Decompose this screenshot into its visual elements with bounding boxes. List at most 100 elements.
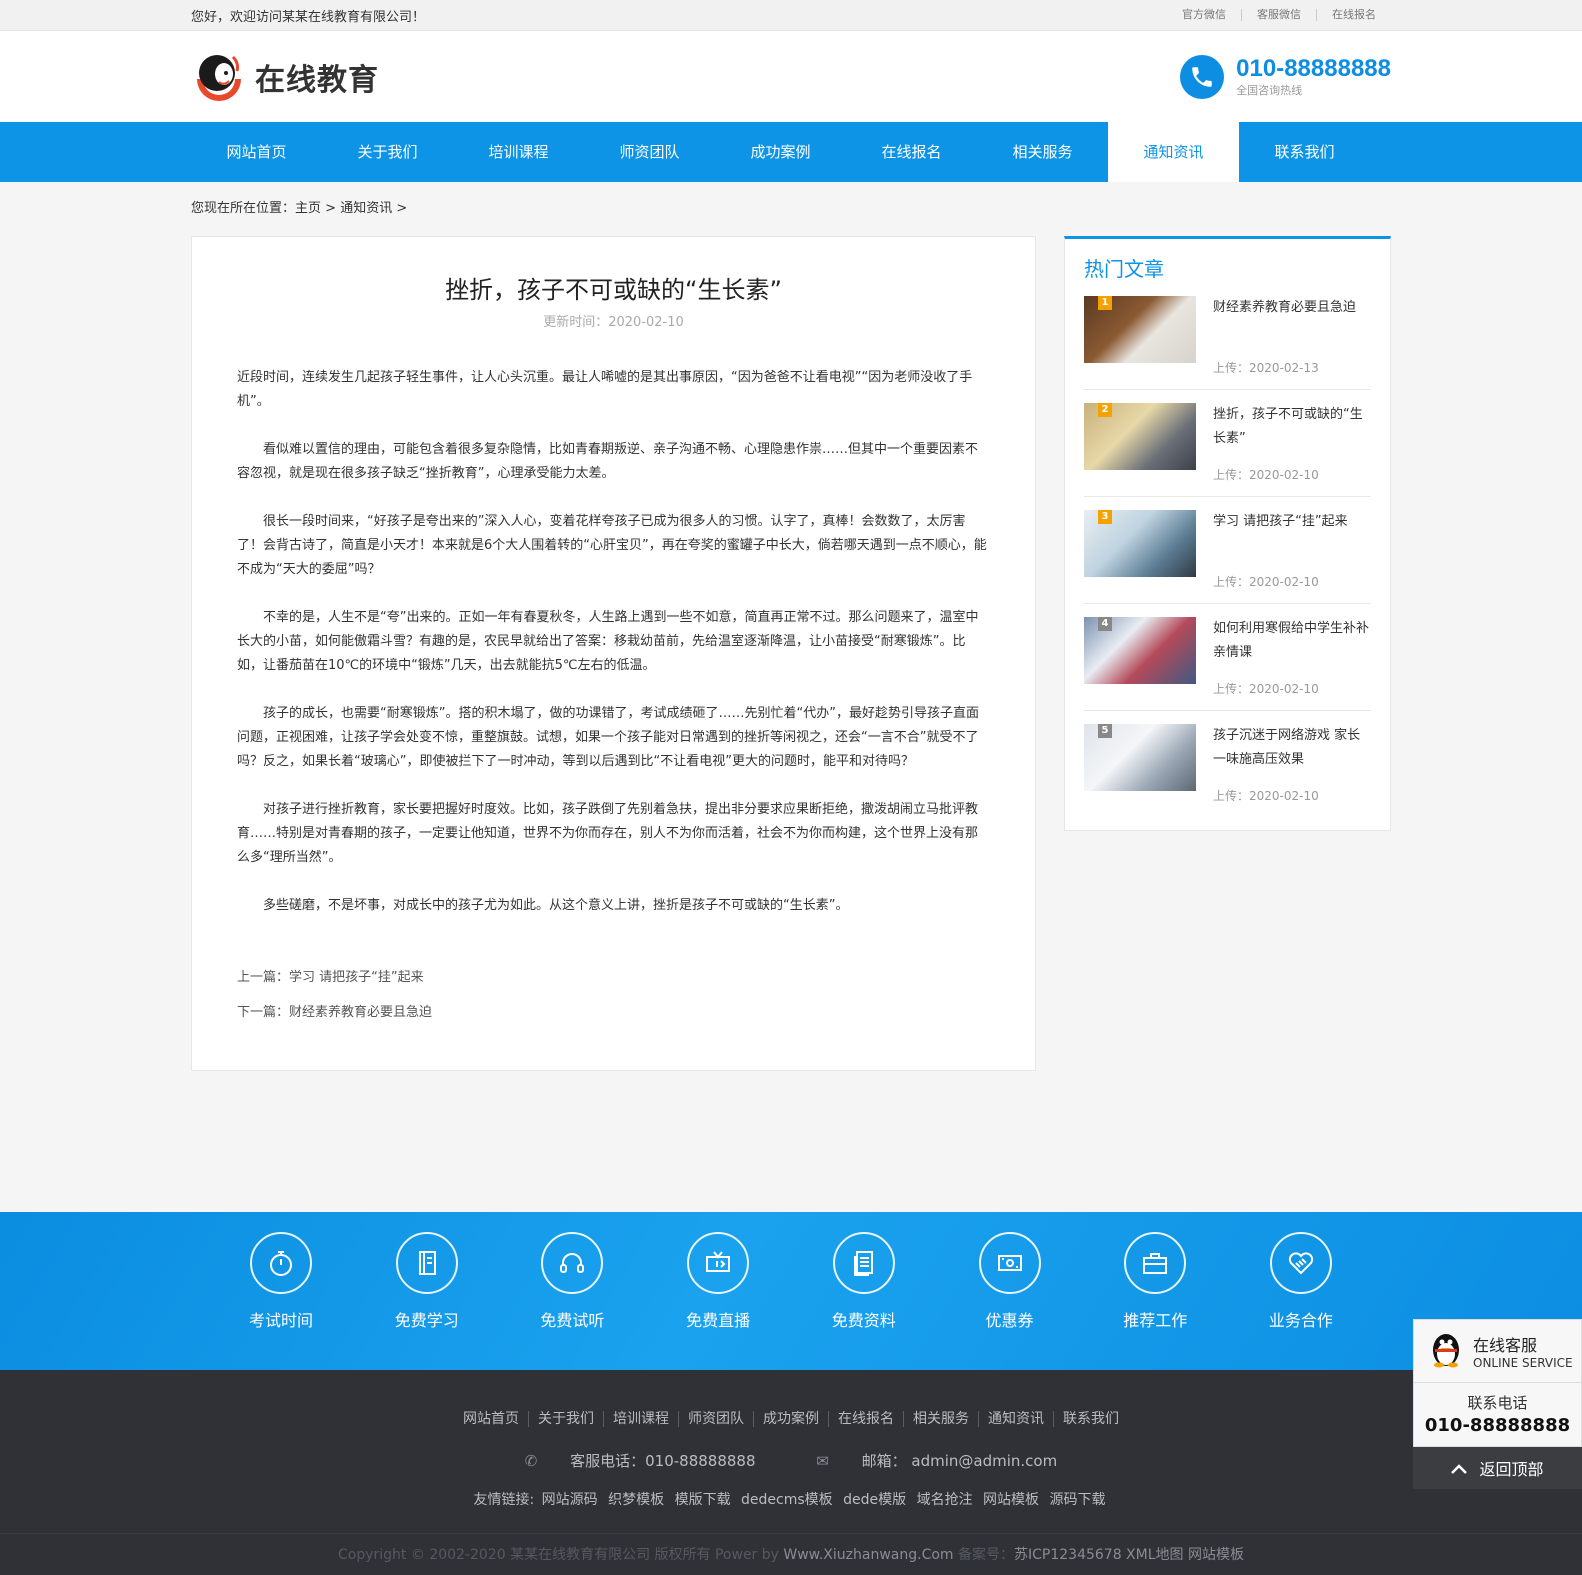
hot-article-item[interactable]: 1 财经素养教育必要且急迫 上传：2020-02-13	[1084, 296, 1371, 390]
friend-link[interactable]: dedecms模板	[741, 1492, 833, 1508]
prev-article-link[interactable]: 学习 请把孩子“挂”起来	[289, 970, 424, 985]
headset-icon	[541, 1232, 604, 1294]
friend-link[interactable]: 模版下载	[675, 1492, 731, 1508]
power-link[interactable]: Www.Xiuzhanwang.Com	[783, 1547, 953, 1563]
hotline-label: 全国咨询热线	[1236, 83, 1303, 97]
article-thumbnail[interactable]: 2	[1084, 403, 1196, 470]
service-coupon[interactable]: 优惠券	[960, 1232, 1060, 1331]
nav-item-contact[interactable]: 联系我们	[1239, 122, 1370, 182]
footer-nav-services[interactable]: 相关服务	[903, 1411, 978, 1427]
top-links: 官方微信 客服微信 在线报名	[1167, 9, 1391, 21]
service-cooperation[interactable]: 业务合作	[1251, 1232, 1351, 1331]
service-exam-time[interactable]: 考试时间	[231, 1232, 331, 1331]
nav-item-courses[interactable]: 培训课程	[453, 122, 584, 182]
hot-article-item[interactable]: 3 学习 请把孩子“挂”起来 上传：2020-02-10	[1084, 510, 1371, 604]
contact-phone-label: 联系电话	[1467, 1394, 1528, 1412]
friend-link[interactable]: 织梦模板	[608, 1492, 664, 1508]
friend-link[interactable]: 源码下载	[1049, 1492, 1105, 1508]
friend-link[interactable]: 网站模板	[983, 1492, 1039, 1508]
article-thumbnail[interactable]: 3	[1084, 510, 1196, 577]
hot-article-title[interactable]: 学习 请把孩子“挂”起来	[1213, 510, 1348, 534]
article-date: 更新时间：2020-02-10	[543, 315, 684, 330]
article-thumbnail[interactable]: 1	[1084, 296, 1196, 363]
friend-link[interactable]: 网站源码	[542, 1492, 598, 1508]
rank-badge: 5	[1098, 724, 1112, 738]
hot-article-date: 上传：2020-02-10	[1213, 468, 1319, 482]
nav-item-signup[interactable]: 在线报名	[846, 122, 977, 182]
article: 挫折，孩子不可或缺的“生长素” 更新时间：2020-02-10 近段时间，连续发…	[191, 236, 1036, 1071]
qq-penguin-icon	[1429, 1330, 1463, 1372]
floating-service: 在线客服 ONLINE SERVICE 联系电话 010-88888888 返回…	[1413, 1319, 1582, 1489]
article-title: 挫折，孩子不可或缺的“生长素”	[445, 276, 782, 304]
logo[interactable]: 在线教育	[191, 49, 379, 105]
top-bar: 您好，欢迎访问某某在线教育有限公司！ 官方微信 客服微信 在线报名	[0, 0, 1582, 31]
article-paragraph: 不幸的是，人生不是“夸”出来的。正如一年有春夏秋冬，人生路上遇到一些不如意，简直…	[237, 610, 979, 673]
article-thumbnail[interactable]: 4	[1084, 617, 1196, 684]
hot-articles: 热门文章 1 财经素养教育必要且急迫 上传：2020-02-13 2 挫折，孩子…	[1064, 236, 1391, 831]
service-free-live[interactable]: 免费直播	[668, 1232, 768, 1331]
back-to-top-button[interactable]: 返回顶部	[1413, 1447, 1582, 1489]
service-free-trial[interactable]: 免费试听	[522, 1232, 622, 1331]
icp-label: 备案号：	[953, 1547, 1014, 1563]
copyright-text: Copyright © 2002-2020 某某在线教育有限公司 版权所有 Po…	[338, 1547, 784, 1563]
breadcrumb-separator: >	[396, 201, 408, 216]
stopwatch-icon	[250, 1232, 312, 1294]
hot-article-item[interactable]: 4 如何利用寒假给中学生补补亲情课 上传：2020-02-10	[1084, 617, 1371, 711]
service-wechat-link[interactable]: 客服微信	[1241, 9, 1316, 21]
nav-item-about[interactable]: 关于我们	[322, 122, 453, 182]
welcome-text: 您好，欢迎访问某某在线教育有限公司！	[191, 9, 426, 25]
footer-nav-contact[interactable]: 联系我们	[1053, 1411, 1128, 1427]
nav-item-news[interactable]: 通知资讯	[1108, 122, 1239, 182]
official-wechat-link[interactable]: 官方微信	[1167, 9, 1241, 21]
online-service-title: 在线客服	[1473, 1336, 1538, 1355]
friend-link[interactable]: 域名抢注	[917, 1492, 973, 1508]
hotline-number: 010-88888888	[1236, 54, 1391, 82]
footer-nav-signup[interactable]: 在线报名	[828, 1411, 903, 1427]
contact-phone-number: 010-88888888	[1424, 1415, 1571, 1436]
footer-nav-courses[interactable]: 培训课程	[603, 1411, 678, 1427]
hot-article-title[interactable]: 如何利用寒假给中学生补补亲情课	[1213, 617, 1371, 665]
service-label: 业务合作	[1268, 1311, 1333, 1330]
hot-article-title[interactable]: 财经素养教育必要且急迫	[1213, 296, 1356, 320]
service-label: 免费直播	[686, 1311, 751, 1330]
hotline: 010-88888888 全国咨询热线	[1180, 54, 1391, 99]
friend-links: 友情链接: 网站源码 织梦模板 模版下载 dedecms模板 dede模版 域名…	[0, 1489, 1582, 1509]
breadcrumb-news-link[interactable]: 通知资讯	[340, 201, 392, 216]
hot-article-date: 上传：2020-02-13	[1213, 361, 1319, 375]
hot-article-title[interactable]: 孩子沉迷于网络游戏 家长一味施高压效果	[1213, 724, 1371, 772]
breadcrumb-home-link[interactable]: 主页	[295, 201, 321, 216]
next-article-link[interactable]: 财经素养教育必要且急迫	[289, 1005, 432, 1020]
article-paragraph: 看似难以置信的理由，可能包含着很多复杂隐情，比如青春期叛逆、亲子沟通不畅、心理隐…	[237, 442, 979, 481]
service-free-materials[interactable]: 免费资料	[814, 1232, 914, 1331]
chevron-up-icon	[1451, 1459, 1468, 1478]
friend-link[interactable]: dede模版	[843, 1492, 906, 1508]
nav-item-teachers[interactable]: 师资团队	[584, 122, 715, 182]
hot-article-title[interactable]: 挫折，孩子不可或缺的“生长素”	[1213, 403, 1371, 451]
online-service-button[interactable]: 在线客服 ONLINE SERVICE	[1413, 1319, 1582, 1383]
footer-contact: ✆ 客服电话：010-88888888 ✉ 邮箱： admin@admin.co…	[0, 1450, 1582, 1471]
nav-item-cases[interactable]: 成功案例	[715, 122, 846, 182]
nav-item-home[interactable]: 网站首页	[191, 122, 322, 182]
hot-article-item[interactable]: 5 孩子沉迷于网络游戏 家长一味施高压效果 上传：2020-02-10	[1084, 724, 1371, 818]
online-signup-link[interactable]: 在线报名	[1316, 9, 1391, 21]
footer-nav-home[interactable]: 网站首页	[454, 1411, 528, 1427]
contact-phone-box: 联系电话 010-88888888	[1413, 1383, 1582, 1447]
prev-label: 上一篇：	[237, 970, 290, 985]
service-job[interactable]: 推荐工作	[1105, 1232, 1205, 1331]
breadcrumb: 您现在所在位置：主页 > 通知资讯 >	[191, 182, 1391, 236]
nav-item-services[interactable]: 相关服务	[977, 122, 1108, 182]
hot-article-item[interactable]: 2 挫折，孩子不可或缺的“生长素” 上传：2020-02-10	[1084, 403, 1371, 497]
footer-nav-cases[interactable]: 成功案例	[753, 1411, 828, 1427]
footer-nav-news[interactable]: 通知资讯	[978, 1411, 1053, 1427]
rank-badge: 4	[1098, 617, 1112, 631]
service-label: 优惠券	[985, 1311, 1034, 1330]
service-free-study[interactable]: 免费学习	[377, 1232, 477, 1331]
footer-nav-about[interactable]: 关于我们	[528, 1411, 603, 1427]
footer-nav-teachers[interactable]: 师资团队	[678, 1411, 753, 1427]
document-icon	[832, 1232, 895, 1294]
article-thumbnail[interactable]: 5	[1084, 724, 1196, 791]
breadcrumb-prefix: 您现在所在位置：	[191, 201, 296, 216]
icp-text[interactable]: 苏ICP12345678 XML地图 网站模板	[1014, 1547, 1244, 1563]
email-icon: ✉	[816, 1452, 834, 1470]
next-article: 下一篇：财经素养教育必要且急迫	[237, 1001, 990, 1020]
